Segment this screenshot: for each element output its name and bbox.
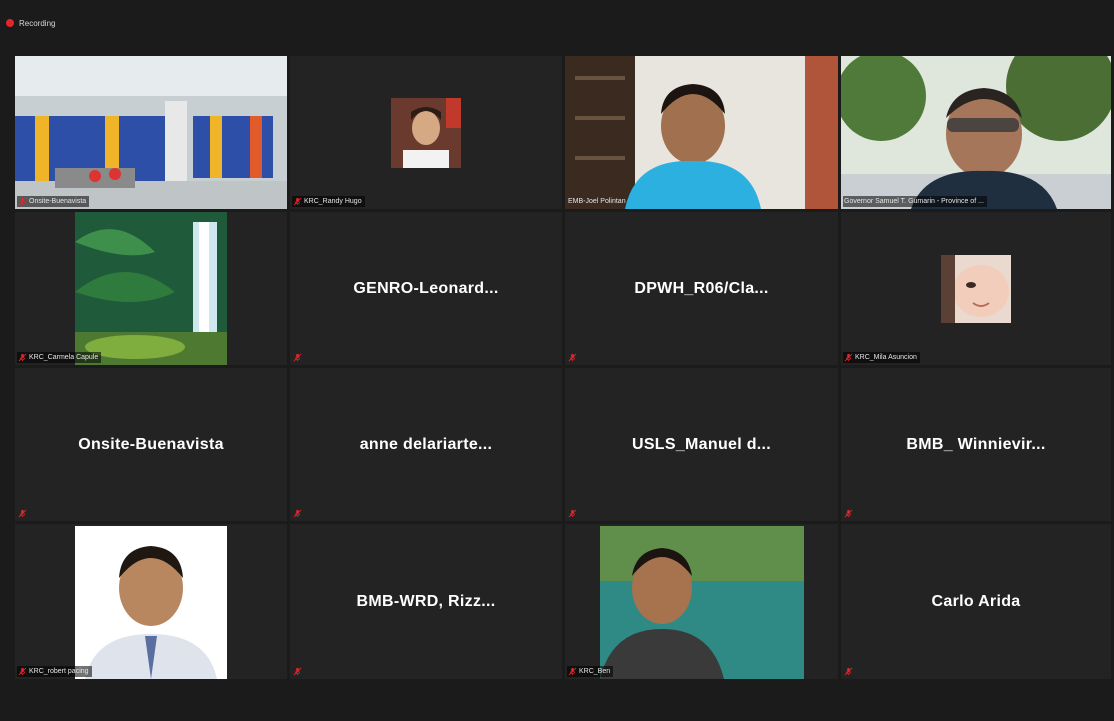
video-tile-onsite-buenavista[interactable]: Onsite-Buenavista — [15, 56, 287, 209]
participant-video — [841, 56, 1111, 209]
video-tile-bmb-wrd-rizz[interactable]: BMB-WRD, Rizz... — [290, 524, 562, 679]
participant-name-label — [567, 352, 580, 363]
participant-video — [15, 56, 287, 209]
participant-name-label: Onsite-Buenavista — [17, 196, 90, 207]
video-tile-randy-hugo[interactable]: KRC_Randy Hugo — [290, 56, 562, 209]
video-tile-mila-asuncion[interactable]: KRC_Mila Asuncion — [841, 212, 1111, 365]
participant-name-label — [292, 508, 305, 519]
participant-name: Onsite-Buenavista — [29, 198, 87, 205]
mic-muted-icon — [293, 197, 302, 206]
mic-muted-icon — [844, 509, 853, 518]
video-tile-carmela-capule[interactable]: KRC_Carmela Capule — [15, 212, 287, 365]
participant-display-name: DPWH_R06/Cla... — [634, 279, 769, 297]
record-dot-icon — [6, 19, 14, 27]
recording-label: Recording — [19, 18, 56, 28]
video-tile-governor[interactable]: Governor Samuel T. Gumarin - Province of… — [841, 56, 1111, 209]
participant-name: KRC_Carmela Capule — [29, 354, 99, 361]
video-tile-bmb-winnievir[interactable]: BMB_ Winnievir... — [841, 368, 1111, 521]
video-tile-dpwh[interactable]: DPWH_R06/Cla... — [565, 212, 838, 365]
video-tile-usls-manuel[interactable]: USLS_Manuel d... — [565, 368, 838, 521]
mic-muted-icon — [18, 353, 27, 362]
participant-name-label — [843, 666, 856, 677]
participant-name-label: Governor Samuel T. Gumarin - Province of… — [843, 196, 987, 207]
participant-name-label: KRC_Carmela Capule — [17, 352, 102, 363]
participant-name-label — [17, 508, 30, 519]
participant-name-label: KRC_Randy Hugo — [292, 196, 365, 207]
mic-muted-icon — [844, 353, 853, 362]
mic-muted-icon — [18, 667, 27, 676]
mic-muted-icon — [568, 667, 577, 676]
recording-indicator: Recording — [6, 16, 55, 30]
participant-video — [565, 56, 838, 209]
participant-display-name: USLS_Manuel d... — [631, 435, 772, 453]
mic-muted-icon — [18, 509, 27, 518]
participant-display-name: BMB_ Winnievir... — [906, 435, 1046, 453]
participant-name-label — [567, 508, 580, 519]
participant-name-label — [292, 352, 305, 363]
video-tile-onsite-buenavista-2[interactable]: Onsite-Buenavista — [15, 368, 287, 521]
participant-avatar — [391, 98, 461, 168]
participant-name-label: EMB-Joel Polintan — [567, 196, 629, 207]
mic-muted-icon — [293, 353, 302, 362]
participant-name-label: KRC_robert pacing — [17, 666, 92, 677]
participant-name: KRC_Mila Asuncion — [855, 354, 917, 361]
video-tile-genro[interactable]: GENRO-Leonard... — [290, 212, 562, 365]
participant-display-name: BMB-WRD, Rizz... — [356, 592, 496, 610]
participant-avatar — [600, 526, 804, 679]
participant-display-name: anne delariarte... — [359, 435, 493, 453]
participant-name-label — [292, 666, 305, 677]
mic-muted-icon — [293, 509, 302, 518]
participant-display-name: Onsite-Buenavista — [78, 435, 224, 453]
participant-avatar — [75, 212, 227, 365]
participant-name-label: KRC_Ben — [567, 666, 614, 677]
participant-name: EMB-Joel Polintan — [568, 198, 626, 205]
participant-name: KRC_robert pacing — [29, 668, 89, 675]
video-tile-anne-delariarte[interactable]: anne delariarte... — [290, 368, 562, 521]
mic-muted-icon — [18, 197, 27, 206]
participant-display-name: Carlo Arida — [931, 592, 1021, 610]
participant-avatar — [941, 255, 1011, 323]
mic-muted-icon — [568, 353, 577, 362]
mic-muted-icon — [568, 509, 577, 518]
mic-muted-icon — [844, 667, 853, 676]
video-tile-robert-pacing[interactable]: KRC_robert pacing — [15, 524, 287, 679]
mic-muted-icon — [293, 667, 302, 676]
participant-name: Governor Samuel T. Gumarin - Province of… — [844, 198, 984, 205]
video-tile-carlo-arida[interactable]: Carlo Arida — [841, 524, 1111, 679]
participant-avatar — [75, 526, 227, 679]
participant-name: KRC_Randy Hugo — [304, 198, 362, 205]
participant-name: KRC_Ben — [579, 668, 611, 675]
participant-name-label: KRC_Mila Asuncion — [843, 352, 920, 363]
video-tile-ben[interactable]: KRC_Ben — [565, 524, 838, 679]
video-tile-joel-polintan[interactable]: EMB-Joel Polintan — [565, 56, 838, 209]
participant-display-name: GENRO-Leonard... — [353, 279, 499, 297]
participant-name-label — [843, 508, 856, 519]
